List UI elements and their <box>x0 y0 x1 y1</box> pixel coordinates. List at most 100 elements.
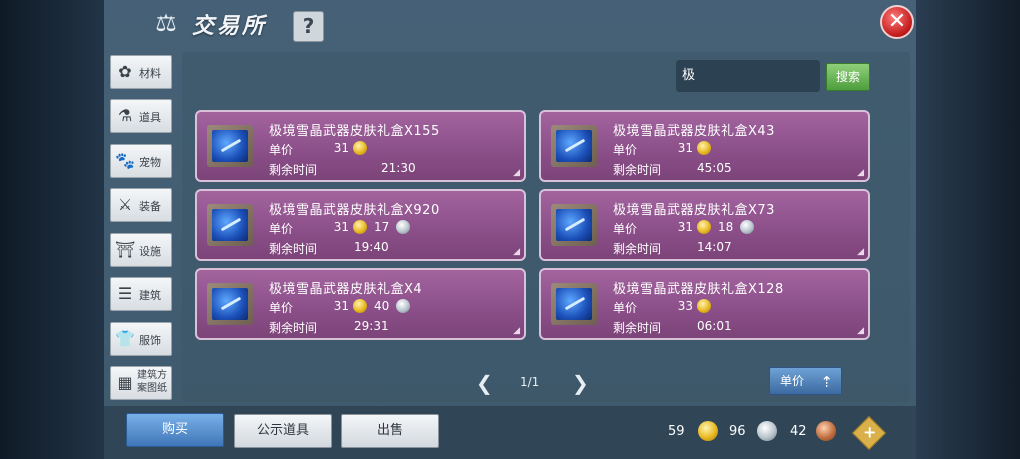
unit-price-label: 单价 <box>613 143 638 157</box>
next-page-icon[interactable]: ❯ <box>572 372 589 394</box>
sidebar-item-materials[interactable]: ✿ 材料 <box>110 55 172 89</box>
gold-price: 31 <box>333 141 349 155</box>
remaining-time-label: 剩余时间 <box>269 242 318 256</box>
remaining-time: 19:40 <box>354 240 389 254</box>
shirt-icon: 👕 <box>115 329 135 348</box>
buy-button[interactable]: 购买 <box>126 413 224 447</box>
item-thumbnail <box>207 204 253 246</box>
sword-icon: ⚔ <box>117 195 133 214</box>
sort-by-price-button[interactable]: 单价 ⇡ <box>769 367 842 395</box>
sidebar-item-label: 道具 <box>139 111 161 124</box>
gold-price: 33 <box>677 299 693 313</box>
silver-price: 40 <box>374 299 390 313</box>
unit-price-label: 单价 <box>269 222 294 236</box>
remaining-time: 06:01 <box>697 319 732 333</box>
flask-icon: ⚗ <box>117 106 133 125</box>
background-left <box>0 0 104 459</box>
sidebar-item-equipment[interactable]: ⚔ 装备 <box>110 188 172 222</box>
public-items-button[interactable]: 公示道具 <box>234 414 332 448</box>
item-thumbnail <box>207 125 253 167</box>
sell-button[interactable]: 出售 <box>341 414 439 448</box>
gold-price: 31 <box>677 220 693 234</box>
unit-price-label: 单价 <box>613 301 638 315</box>
help-button[interactable]: ? <box>293 11 324 42</box>
corner-mark-icon: ◢ <box>857 326 864 336</box>
remaining-time-label: 剩余时间 <box>269 163 318 177</box>
sidebar-item-label: 装备 <box>139 200 161 213</box>
item-name: 极境雪晶武器皮肤礼盒X4 <box>269 282 423 297</box>
page-indicator: 1/1 <box>520 375 540 389</box>
sidebar-item-props[interactable]: ⚗ 道具 <box>110 99 172 133</box>
pagination: ❮ 1/1 ❯ <box>476 372 589 394</box>
unit-price-label: 单价 <box>613 222 638 236</box>
remaining-time: 21:30 <box>381 161 416 175</box>
item-name: 极境雪晶武器皮肤礼盒X43 <box>613 124 775 139</box>
corner-mark-icon: ◢ <box>513 247 520 257</box>
facility-icon: ⛩ <box>115 240 136 259</box>
prev-page-icon[interactable]: ❮ <box>476 372 493 394</box>
building-icon: ☰ <box>117 284 133 303</box>
corner-mark-icon: ◢ <box>857 247 864 257</box>
copper-coin-icon <box>816 421 836 441</box>
item-thumbnail <box>551 125 597 167</box>
listing-card[interactable]: 极境雪晶武器皮肤礼盒X128 单价 33 剩余时间 06:01 ◢ <box>539 268 870 340</box>
remaining-time-label: 剩余时间 <box>613 321 662 335</box>
listing-card[interactable]: 极境雪晶武器皮肤礼盒X155 单价 31 剩余时间 21:30 ◢ <box>195 110 526 182</box>
gold-coin-icon <box>353 299 367 313</box>
silver-coin-icon <box>757 421 777 441</box>
corner-mark-icon: ◢ <box>513 326 520 336</box>
sidebar-item-label: 建筑方案图纸 <box>137 370 167 394</box>
item-name: 极境雪晶武器皮肤礼盒X128 <box>613 282 784 297</box>
remaining-time-label: 剩余时间 <box>613 163 662 177</box>
sort-arrow-icon: ⇡ <box>820 373 833 391</box>
sidebar-item-pets[interactable]: 🐾 宠物 <box>110 144 172 178</box>
gold-coin-icon <box>353 220 367 234</box>
listing-card[interactable]: 极境雪晶武器皮肤礼盒X4 单价 31 40 剩余时间 29:31 ◢ <box>195 268 526 340</box>
listing-card[interactable]: 极境雪晶武器皮肤礼盒X43 单价 31 剩余时间 45:05 ◢ <box>539 110 870 182</box>
remaining-time: 14:07 <box>697 240 732 254</box>
search-input[interactable]: 极 <box>676 60 820 92</box>
silver-price: 17 <box>374 220 390 234</box>
silver-coin-icon <box>740 220 754 234</box>
sidebar-item-blueprints[interactable]: ▦ 建筑方案图纸 <box>110 366 172 400</box>
sidebar-item-facilities[interactable]: ⛩ 设施 <box>110 233 172 267</box>
gold-balance: 59 <box>668 424 685 439</box>
silver-coin-icon <box>396 220 410 234</box>
page-title: 交易所 <box>192 14 268 39</box>
silver-balance: 96 <box>729 424 746 439</box>
gold-price: 31 <box>333 299 349 313</box>
close-button[interactable]: ✕ <box>880 5 914 39</box>
plus-icon: + <box>863 422 877 442</box>
remaining-time: 45:05 <box>697 161 732 175</box>
sidebar-item-label: 宠物 <box>139 156 161 169</box>
sidebar-item-label: 服饰 <box>139 334 161 347</box>
sidebar-item-clothing[interactable]: 👕 服饰 <box>110 322 172 356</box>
gold-coin-icon <box>697 141 711 155</box>
sidebar-item-label: 建筑 <box>139 289 161 302</box>
copper-balance: 42 <box>790 424 807 439</box>
remaining-time-label: 剩余时间 <box>269 321 318 335</box>
sidebar-item-label: 设施 <box>139 245 161 258</box>
blueprint-icon: ▦ <box>117 373 133 392</box>
silver-price: 18 <box>718 220 734 234</box>
gold-coin-icon <box>698 421 718 441</box>
remaining-time: 29:31 <box>354 319 389 333</box>
search-button[interactable]: 搜索 <box>826 63 870 91</box>
corner-mark-icon: ◢ <box>857 168 864 178</box>
gold-price: 31 <box>677 141 693 155</box>
sort-label: 单价 <box>780 374 805 388</box>
listing-card[interactable]: 极境雪晶武器皮肤礼盒X73 单价 31 18 剩余时间 14:07 ◢ <box>539 189 870 261</box>
materials-icon: ✿ <box>118 62 132 81</box>
item-name: 极境雪晶武器皮肤礼盒X73 <box>613 203 775 218</box>
unit-price-label: 单价 <box>269 301 294 315</box>
gold-coin-icon <box>697 299 711 313</box>
item-name: 极境雪晶武器皮肤礼盒X155 <box>269 124 440 139</box>
gold-coin-icon <box>697 220 711 234</box>
item-thumbnail <box>551 283 597 325</box>
remaining-time-label: 剩余时间 <box>613 242 662 256</box>
sidebar-item-buildings[interactable]: ☰ 建筑 <box>110 277 172 311</box>
listing-card[interactable]: 极境雪晶武器皮肤礼盒X920 单价 31 17 剩余时间 19:40 ◢ <box>195 189 526 261</box>
corner-mark-icon: ◢ <box>513 168 520 178</box>
item-name: 极境雪晶武器皮肤礼盒X920 <box>269 203 440 218</box>
gold-coin-icon <box>353 141 367 155</box>
